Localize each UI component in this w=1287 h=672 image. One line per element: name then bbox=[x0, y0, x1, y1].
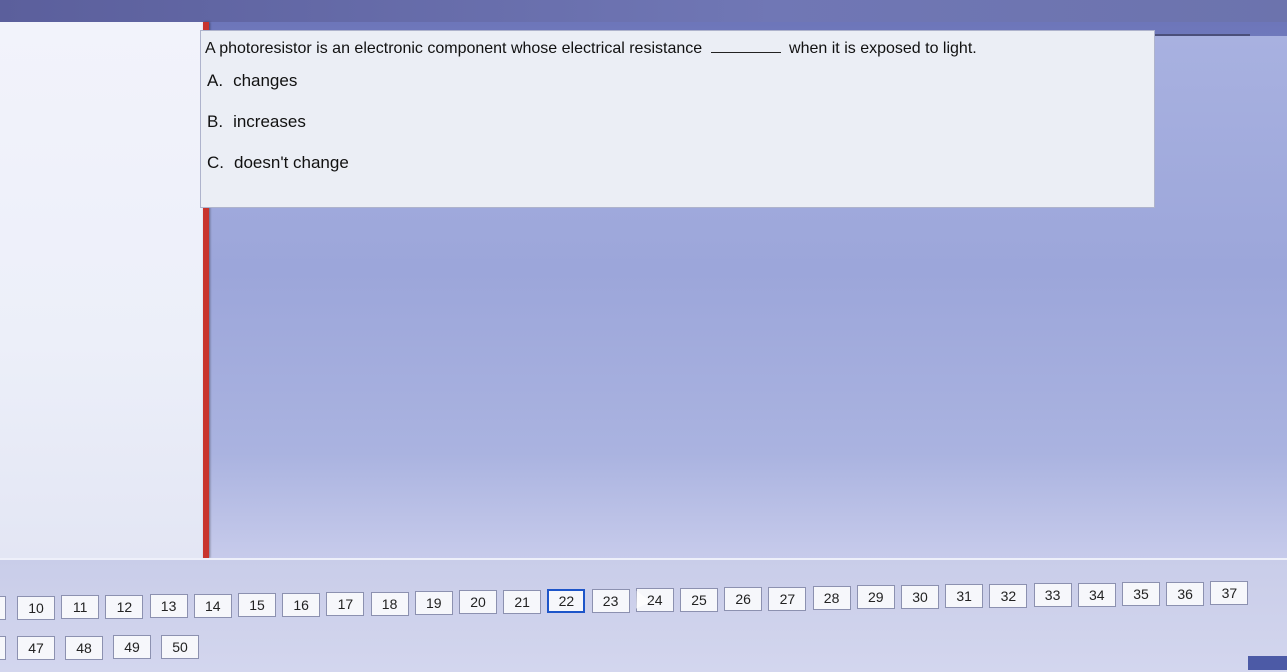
question-nav-button[interactable]: 30 bbox=[901, 584, 939, 609]
option-label: increases bbox=[233, 112, 306, 131]
question-nav-button[interactable]: 22 bbox=[547, 589, 586, 614]
option-letter: A. bbox=[207, 71, 224, 90]
question-nav-button[interactable]: 32 bbox=[989, 583, 1028, 608]
question-nav-button[interactable]: 15 bbox=[238, 593, 276, 618]
corner-block bbox=[1248, 656, 1287, 670]
question-nav-button[interactable]: 11 bbox=[61, 595, 100, 620]
question-nav-button[interactable]: 31 bbox=[945, 584, 984, 609]
question-nav-button[interactable]: 33 bbox=[1033, 583, 1072, 608]
question-nav-button[interactable]: 12 bbox=[105, 594, 144, 619]
question-nav-button[interactable]: 49 bbox=[113, 635, 151, 659]
question-nav-button[interactable]: 23 bbox=[591, 588, 630, 613]
question-nav-button[interactable]: 34 bbox=[1077, 582, 1116, 607]
question-nav-button[interactable]: 26 bbox=[724, 587, 763, 612]
question-nav-button-partial[interactable] bbox=[0, 596, 6, 620]
option-c[interactable]: C. doesn't change bbox=[207, 153, 349, 173]
question-nav-button[interactable]: 47 bbox=[17, 636, 55, 660]
option-label: changes bbox=[233, 71, 298, 90]
question-nav-button[interactable]: 37 bbox=[1210, 581, 1249, 605]
question-text-after: when it is exposed to light. bbox=[789, 40, 977, 57]
option-a[interactable]: A. changes bbox=[207, 71, 297, 91]
window-top-strip bbox=[0, 0, 1287, 22]
question-nav-button[interactable]: 21 bbox=[503, 589, 542, 614]
question-text-before: A photoresistor is an electronic compone… bbox=[205, 40, 703, 57]
option-label: doesn't change bbox=[234, 153, 349, 172]
question-nav-button[interactable]: 29 bbox=[856, 585, 895, 610]
option-b[interactable]: B. increases bbox=[207, 112, 306, 132]
option-letter: B. bbox=[207, 112, 224, 131]
question-nav-button[interactable]: 35 bbox=[1122, 582, 1160, 607]
left-panel bbox=[0, 22, 205, 558]
question-nav-button[interactable]: 20 bbox=[459, 590, 497, 615]
question-nav-button[interactable]: 48 bbox=[65, 635, 103, 660]
option-letter: C. bbox=[207, 153, 224, 172]
question-text: A photoresistor is an electronic compone… bbox=[205, 38, 977, 58]
question-nav-button[interactable]: 18 bbox=[370, 591, 409, 616]
question-nav-button[interactable]: 17 bbox=[326, 592, 365, 617]
question-nav-button[interactable]: 19 bbox=[414, 591, 453, 615]
answer-blank bbox=[710, 38, 781, 53]
question-nav-button-partial[interactable] bbox=[0, 636, 6, 660]
question-panel: A photoresistor is an electronic compone… bbox=[200, 30, 1155, 208]
question-nav-button[interactable]: 13 bbox=[149, 594, 188, 619]
question-nav-button[interactable]: 36 bbox=[1166, 581, 1205, 606]
question-nav-button[interactable]: 50 bbox=[161, 634, 199, 659]
question-nav-button[interactable]: 16 bbox=[282, 592, 321, 617]
question-nav-button[interactable]: 10 bbox=[17, 596, 55, 620]
question-nav-button[interactable]: 28 bbox=[812, 586, 851, 610]
question-nav-button[interactable]: 25 bbox=[680, 587, 718, 612]
question-nav-button[interactable]: 14 bbox=[193, 593, 232, 618]
question-nav-button[interactable]: 27 bbox=[768, 586, 807, 611]
